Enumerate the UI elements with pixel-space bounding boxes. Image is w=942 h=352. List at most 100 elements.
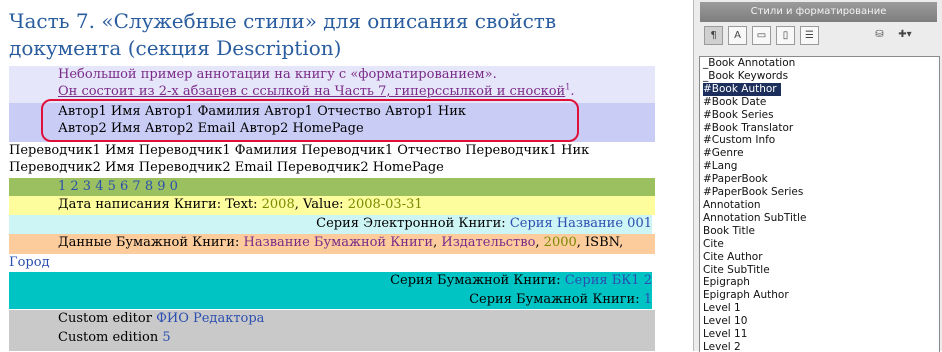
list-styles-icon[interactable]: ☰ [800, 26, 819, 45]
paper-city-line: Город [9, 254, 652, 270]
style-list-item[interactable]: #Book Author [700, 82, 939, 96]
genre-digits: 1 2 3 4 5 6 7 8 9 0 [58, 179, 178, 194]
translator1-line: Переводчик1 Имя Переводчик1 Фамилия Пере… [9, 142, 652, 159]
ebook-series-label: Серия Электронной Книги: [316, 216, 510, 231]
style-list-item[interactable]: Epigraph [700, 276, 939, 289]
style-name: #Book Date [703, 95, 767, 108]
paper-series-2-num: 1 [643, 292, 652, 307]
style-name: #Book Author [703, 82, 781, 96]
style-list-item[interactable]: #Book Translator [700, 122, 939, 135]
custom-editor-line: Custom editor ФИО Редактора [9, 310, 655, 329]
genre-line: 1 2 3 4 5 6 7 8 9 0 [9, 178, 655, 196]
date-label: Дата написания Книги: Text: [58, 197, 262, 212]
style-list-item[interactable]: Level 2 [700, 341, 939, 352]
style-list-item[interactable]: Annotation SubTitle [700, 212, 939, 225]
style-list-item[interactable]: Cite [700, 238, 939, 251]
style-name: #PaperBook [703, 173, 768, 186]
ebook-series-name: Серия Название [509, 216, 624, 231]
style-list-item[interactable]: Book Title [700, 225, 939, 238]
annotation-end: . [570, 84, 575, 99]
style-list-item[interactable]: Level 10 [700, 315, 939, 328]
style-name: Epigraph Author [703, 289, 789, 302]
paper-publisher: Издательство [441, 235, 536, 250]
style-name: Cite [703, 237, 724, 250]
paper-series-2-line: Серия Бумажной Книги: 1 [9, 291, 652, 309]
style-name: #Genre [703, 147, 744, 160]
style-list-item[interactable]: #PaperBook [700, 173, 939, 186]
style-name: _Book Keywords [703, 69, 789, 82]
annotation-link-text[interactable]: Он состоит из 2-х абзацев с ссылкой на Ч… [58, 84, 565, 99]
style-name: Level 11 [703, 328, 748, 341]
style-list-item[interactable]: Epigraph Author [700, 289, 939, 302]
style-list-item[interactable]: #Lang [700, 160, 939, 173]
styles-panel: Стили и форматирование ¶ A ▭ ▯ ☰ ⛁ ✚▾ _B… [693, 0, 942, 352]
style-list-item[interactable]: Cite SubTitle [700, 264, 939, 277]
custom-edition-value: 5 [162, 330, 171, 345]
custom-edition-label: Custom edition [58, 330, 163, 345]
date-text: 2008 [261, 197, 295, 212]
highlight-oval [41, 99, 579, 142]
section-heading: Часть 7. «Служебные стили» для описания … [9, 8, 654, 62]
paper-series-1-num: 2 [639, 273, 652, 288]
style-list-item[interactable]: #Book Date [700, 96, 939, 109]
style-name: Epigraph [703, 276, 750, 289]
paper-title: Название Бумажной Книги [243, 235, 434, 250]
style-name: Book Title [703, 224, 755, 237]
character-styles-icon[interactable]: A [728, 26, 747, 45]
translator1-text: Переводчик1 Имя Переводчик1 Фамилия Пере… [9, 143, 590, 158]
style-list-item[interactable]: #Genre [700, 147, 939, 160]
style-name: Level 1 [703, 302, 741, 315]
style-list-item[interactable]: #Custom Info [700, 134, 939, 147]
frame-styles-icon[interactable]: ▭ [752, 26, 771, 45]
new-style-icon[interactable]: ✚▾ [892, 26, 918, 45]
style-name: #Lang [703, 160, 738, 173]
sep-2: , [535, 235, 544, 250]
page-styles-icon[interactable]: ▯ [776, 26, 795, 45]
style-list-item[interactable]: #PaperBook Series [700, 186, 939, 199]
paper-book-line: Данные Бумажной Книги: Название Бумажной… [9, 234, 655, 254]
custom-editor-label: Custom editor [58, 311, 157, 326]
paper-year: 2000 [543, 235, 577, 250]
style-list-item[interactable]: Level 11 [700, 328, 939, 341]
panel-title[interactable]: Стили и форматирование [700, 2, 937, 22]
custom-edition-line: Custom edition 5 [9, 329, 655, 351]
custom-editor-value: ФИО Редактора [156, 311, 265, 326]
translator2-line: Переводчик2 Имя Переводчик2 Email Перево… [9, 159, 652, 176]
style-name: Annotation SubTitle [703, 211, 807, 224]
translator2-text: Переводчик2 Имя Переводчик2 Email Перево… [9, 160, 444, 175]
date-line: Дата написания Книги: Text: 2008, Value:… [9, 196, 655, 215]
style-name: #Custom Info [703, 134, 776, 147]
style-list-item[interactable]: _Book Keywords [700, 70, 939, 83]
style-list-item[interactable]: Annotation [700, 199, 939, 212]
paper-series-1-label: Серия Бумажной Книги: [390, 273, 565, 288]
date-sep: , Value: [294, 197, 348, 212]
style-list-item[interactable]: _Book Annotation [700, 57, 939, 70]
paper-series-1-name: Серия БК1 [564, 273, 640, 288]
annotation-line-1: Небольшой пример аннотации на книгу с «ф… [9, 66, 655, 83]
style-name: Annotation [703, 198, 761, 211]
paragraph-styles-icon[interactable]: ¶ [704, 26, 723, 45]
ebook-series-num: 001 [623, 216, 652, 231]
style-name: Cite SubTitle [703, 263, 770, 276]
panel-toolbar: ¶ A ▭ ▯ ☰ ⛁ ✚▾ [698, 26, 939, 48]
style-list-item[interactable]: Cite Author [700, 251, 939, 264]
paper-city: Город [9, 255, 50, 270]
fill-format-icon[interactable]: ⛁ [870, 26, 889, 45]
style-list-item[interactable]: Level 1 [700, 302, 939, 315]
style-list[interactable]: _Book Annotation _Book Keywords #Book Auth… [699, 56, 940, 352]
style-name: #Book Series [703, 108, 774, 121]
paper-series-1-line: Серия Бумажной Книги: Серия БК1 2 [9, 272, 652, 291]
style-list-item[interactable]: #Book Series [700, 109, 939, 122]
heading-line-1: Часть 7. «Служебные стили» для описания … [9, 9, 557, 33]
document-area[interactable]: Часть 7. «Служебные стили» для описания … [0, 0, 655, 351]
style-name: #PaperBook Series [703, 186, 804, 199]
style-name: Level 10 [703, 315, 748, 328]
date-value: 2008-03-31 [347, 197, 423, 212]
annotation-text-1: Небольшой пример аннотации на книгу с «ф… [58, 67, 497, 82]
style-name: Level 2 [703, 340, 741, 352]
ebook-series-line: Серия Электронной Книги: Серия Название … [9, 215, 652, 234]
paper-label: Данные Бумажной Книги: [58, 235, 244, 250]
style-name: Cite Author [703, 250, 763, 263]
heading-line-2: документа (секция Description) [9, 36, 342, 60]
style-name: #Book Translator [703, 121, 794, 134]
